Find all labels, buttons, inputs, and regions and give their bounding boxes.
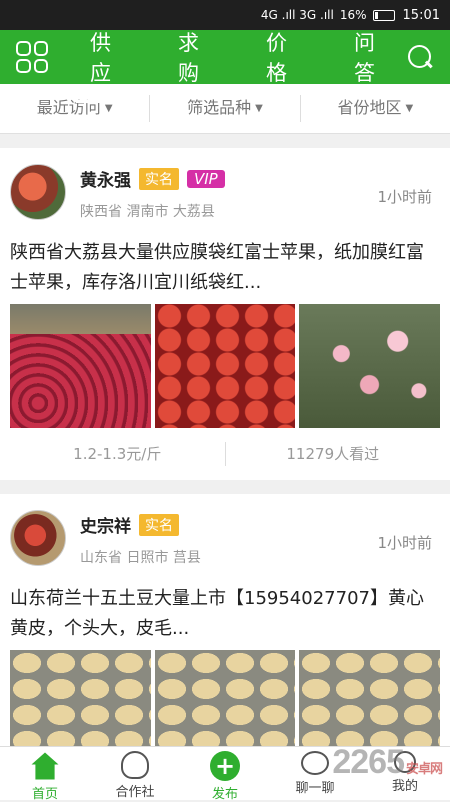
post-header: 黄永强 实名 VIP 陕西省 渭南市 大荔县 1小时前 bbox=[10, 164, 440, 228]
price: 1.2-1.3元/斤 bbox=[10, 442, 226, 466]
category-grid-icon[interactable] bbox=[16, 41, 48, 73]
top-tabs: 供应 求购 价格 问答 bbox=[76, 21, 406, 93]
clock: 15:01 bbox=[403, 8, 440, 23]
post-card[interactable]: 黄永强 实名 VIP 陕西省 渭南市 大荔县 1小时前 陕西省大荔县大量供应膜袋… bbox=[0, 148, 450, 480]
user-name[interactable]: 史宗祥 bbox=[80, 512, 131, 537]
verified-badge: 实名 bbox=[139, 514, 179, 536]
post-time: 1小时前 bbox=[377, 532, 432, 553]
top-nav: 供应 求购 价格 问答 bbox=[0, 30, 450, 84]
location: 陕西省 渭南市 大荔县 bbox=[80, 201, 225, 221]
post-text[interactable]: 陕西省大荔县大量供应膜袋红富士苹果，纸加膜红富士苹果，库存洛川宜川纸袋红... bbox=[10, 238, 440, 298]
battery-icon bbox=[373, 10, 395, 21]
nav-publish[interactable]: + 发布 bbox=[180, 747, 270, 800]
tab-supply[interactable]: 供应 bbox=[76, 21, 142, 93]
nav-home[interactable]: 首页 bbox=[0, 747, 90, 800]
post-card[interactable]: 史宗祥 实名 山东省 日照市 莒县 1小时前 山东荷兰十五土豆大量上市【1595… bbox=[0, 494, 450, 774]
avatar[interactable] bbox=[10, 164, 66, 220]
name-row: 黄永强 实名 VIP bbox=[80, 166, 225, 191]
user-info: 史宗祥 实名 山东省 日照市 莒县 bbox=[80, 510, 201, 567]
caret-down-icon: ▼ bbox=[105, 103, 113, 114]
post-text[interactable]: 山东荷兰十五土豆大量上市【15954027707】黄心黄皮，个头大，皮毛... bbox=[10, 584, 440, 644]
view-count: 11279人看过 bbox=[226, 442, 441, 466]
user-name[interactable]: 黄永强 bbox=[80, 166, 131, 191]
filter-variety[interactable]: 筛选品种 ▼ bbox=[150, 95, 300, 122]
caret-down-icon: ▼ bbox=[255, 103, 263, 114]
tab-purchase[interactable]: 求购 bbox=[164, 21, 230, 93]
caret-down-icon: ▼ bbox=[405, 103, 413, 114]
post-stats: 1.2-1.3元/斤 11279人看过 bbox=[10, 428, 440, 480]
watermark-text: 2265 bbox=[332, 743, 404, 781]
filter-region-label: 省份地区 bbox=[337, 98, 401, 117]
post-time: 1小时前 bbox=[377, 186, 432, 207]
post-header: 史宗祥 实名 山东省 日照市 莒县 1小时前 bbox=[10, 510, 440, 574]
watermark-logo: 2265安卓网 bbox=[332, 743, 442, 782]
photo-apple-box[interactable] bbox=[155, 304, 296, 428]
location: 山东省 日照市 莒县 bbox=[80, 547, 201, 567]
nav-coop[interactable]: 合作社 bbox=[90, 747, 180, 800]
photo-apple-blossom[interactable] bbox=[299, 304, 440, 428]
tab-price[interactable]: 价格 bbox=[252, 21, 318, 93]
filter-variety-label: 筛选品种 bbox=[187, 98, 251, 117]
nav-chat-label: 聊一聊 bbox=[295, 781, 334, 796]
tab-qa[interactable]: 问答 bbox=[340, 21, 406, 93]
battery-level: 16% bbox=[340, 8, 367, 22]
avatar[interactable] bbox=[10, 510, 66, 566]
search-icon[interactable] bbox=[406, 43, 434, 71]
verified-badge: 实名 bbox=[139, 168, 179, 190]
name-row: 史宗祥 实名 bbox=[80, 512, 201, 537]
signal-indicator: 4G .ıll 3G .ıll bbox=[261, 8, 334, 22]
photo-apple-pile[interactable] bbox=[10, 304, 151, 428]
user-info: 黄永强 实名 VIP 陕西省 渭南市 大荔县 bbox=[80, 164, 225, 221]
vip-badge: VIP bbox=[187, 170, 225, 188]
separator bbox=[0, 480, 450, 494]
photo-row bbox=[10, 304, 440, 428]
home-icon bbox=[30, 751, 60, 781]
status-icons: 4G .ıll 3G .ıll 16% bbox=[261, 8, 395, 22]
watermark-suffix: 安卓网 bbox=[406, 761, 442, 776]
plus-icon: + bbox=[210, 751, 240, 781]
cooperative-icon bbox=[121, 751, 149, 779]
filter-region[interactable]: 省份地区 ▼ bbox=[301, 95, 450, 122]
chat-bubble-icon bbox=[301, 751, 329, 775]
nav-coop-label: 合作社 bbox=[115, 785, 154, 800]
separator bbox=[0, 134, 450, 148]
